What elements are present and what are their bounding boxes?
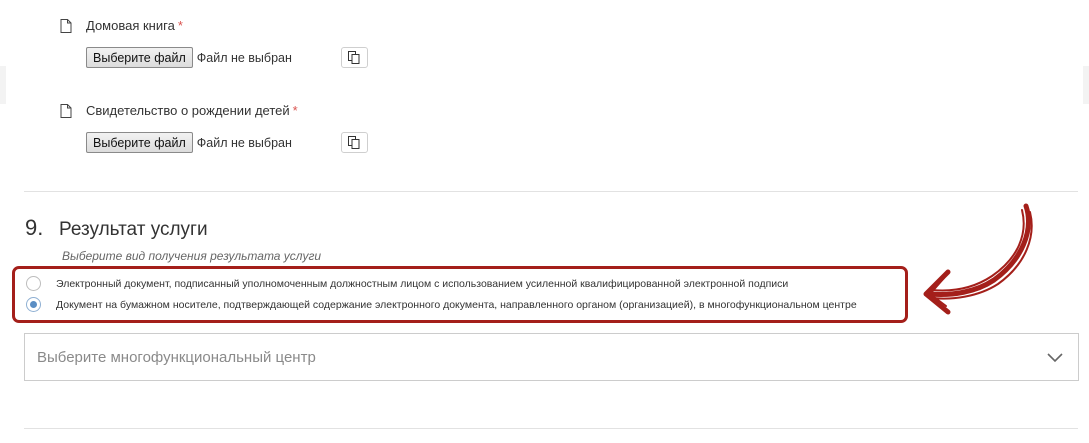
file-input-row: Выберите файл Файл не выбран xyxy=(86,132,368,153)
file-label: Домовая книга xyxy=(86,18,175,33)
required-mark: * xyxy=(292,103,298,118)
highlight-annotation-box xyxy=(12,266,908,323)
chevron-down-icon xyxy=(1047,353,1063,363)
bottom-divider xyxy=(24,428,1078,429)
copy-button[interactable] xyxy=(340,132,368,153)
document-icon xyxy=(60,18,72,33)
right-edge-strip xyxy=(1083,66,1089,104)
file-upload-birth-certificate: Свидетельство о рождении детей * Выберит… xyxy=(60,103,368,153)
section-title: Результат услуги xyxy=(59,219,208,240)
file-upload-house-book: Домовая книга * Выберите файл Файл не вы… xyxy=(60,18,368,68)
required-mark: * xyxy=(177,18,183,33)
select-placeholder: Выберите многофункциональный центр xyxy=(37,348,316,366)
file-title: Домовая книга * xyxy=(60,18,368,33)
document-icon xyxy=(60,103,72,118)
copy-button[interactable] xyxy=(340,47,368,68)
file-input-row: Выберите файл Файл не выбран xyxy=(86,47,368,68)
section-heading: 9. Результат услуги xyxy=(25,215,208,241)
file-title: Свидетельство о рождении детей * xyxy=(60,103,368,118)
left-edge-strip xyxy=(0,66,6,104)
copy-icon xyxy=(348,51,360,64)
choose-file-button[interactable]: Выберите файл xyxy=(86,47,193,68)
section-divider xyxy=(24,191,1078,192)
section-hint: Выберите вид получения результата услуги xyxy=(62,249,322,263)
choose-file-button[interactable]: Выберите файл xyxy=(86,132,193,153)
mfc-select[interactable]: Выберите многофункциональный центр xyxy=(24,333,1079,381)
annotation-arrow-icon xyxy=(923,203,1033,315)
file-label: Свидетельство о рождении детей xyxy=(86,103,290,118)
file-status: Файл не выбран xyxy=(196,50,292,65)
copy-icon xyxy=(348,136,360,149)
file-status: Файл не выбран xyxy=(196,135,292,150)
section-number: 9. xyxy=(25,215,44,240)
